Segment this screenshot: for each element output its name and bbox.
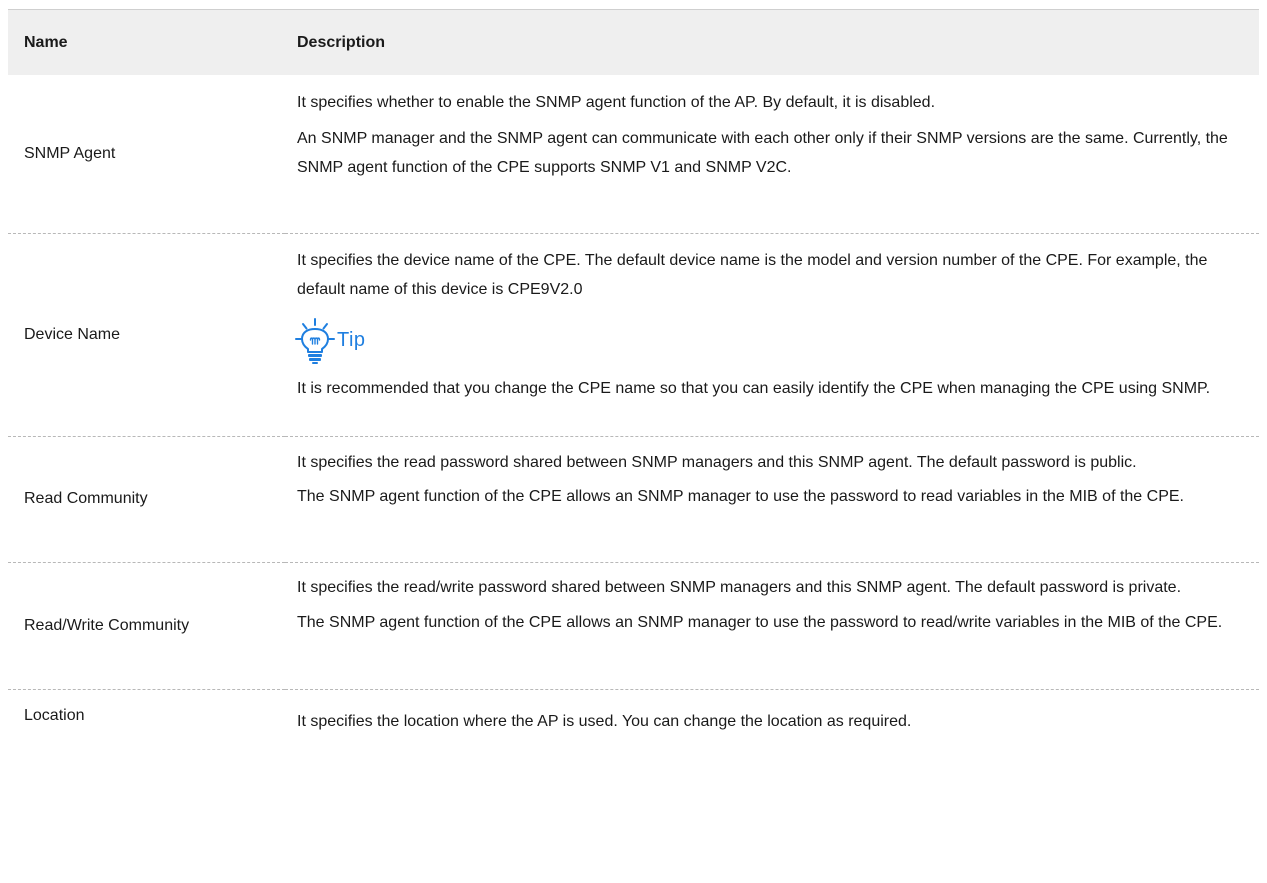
description-paragraph: An SNMP manager and the SNMP agent can c… <box>297 130 1228 176</box>
parameter-name: Device Name <box>24 325 121 343</box>
tip-label: Tip <box>337 329 366 351</box>
description-paragraph: It specifies the read password shared be… <box>297 453 1137 471</box>
parameter-name: Read Community <box>24 490 148 507</box>
parameter-description: It specifies whether to enable the SNMP … <box>285 75 1259 233</box>
table-row-snmp-agent: SNMP Agent It specifies whether to enabl… <box>8 75 1259 233</box>
table-row-location: Location It specifies the location where… <box>8 689 1259 753</box>
table-row-read-write-community: Read/Write Community It specifies the re… <box>8 562 1259 689</box>
description-column-header: Description <box>297 33 386 51</box>
parameter-name: SNMP Agent <box>24 144 116 162</box>
tip-callout: Tip <box>294 317 1243 364</box>
parameter-table: Name Description SNMP Agent It specifies… <box>8 9 1259 753</box>
table-row-read-community: Read Community It specifies the read pas… <box>8 436 1259 562</box>
lightbulb-icon <box>294 317 336 364</box>
parameter-description: It specifies the read password shared be… <box>285 436 1259 562</box>
description-paragraph: It specifies whether to enable the SNMP … <box>297 94 936 111</box>
table-body: SNMP Agent It specifies whether to enabl… <box>8 75 1259 753</box>
table-row-device-name: Device Name It specifies the device name… <box>8 233 1259 436</box>
parameter-description: It specifies the read/write password sha… <box>285 562 1259 689</box>
description-paragraph: It specifies the read/write password sha… <box>297 578 1182 596</box>
description-paragraph: The SNMP agent function of the CPE allow… <box>297 613 1223 631</box>
parameter-name: Read/Write Community <box>24 616 190 634</box>
parameter-name: Location <box>24 706 85 724</box>
tip-text: It is recommended that you change the CP… <box>297 379 1211 397</box>
name-column-header: Name <box>24 33 68 51</box>
parameter-description: It specifies the device name of the CPE.… <box>285 233 1259 436</box>
description-paragraph: The SNMP agent function of the CPE allow… <box>297 487 1184 505</box>
description-paragraph: It specifies the location where the AP i… <box>297 712 912 730</box>
header-row: Name Description <box>8 9 1259 75</box>
document-page: Name Description SNMP Agent It specifies… <box>0 0 1267 883</box>
description-paragraph: It specifies the device name of the CPE.… <box>297 251 1208 298</box>
table-header: Name Description <box>8 9 1259 75</box>
parameter-description: It specifies the location where the AP i… <box>285 689 1259 753</box>
